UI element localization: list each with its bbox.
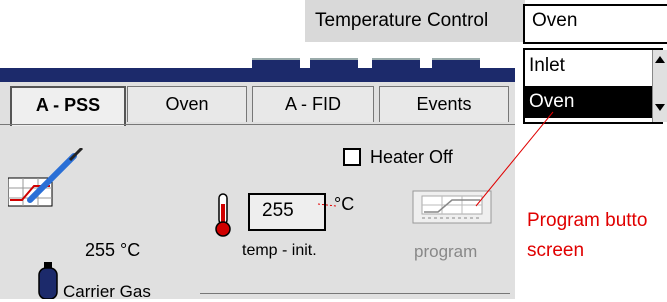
toolbar-button-3[interactable] (372, 58, 420, 74)
carrier-gas-divider (200, 293, 510, 294)
tab-events[interactable]: Events (379, 86, 509, 122)
dropdown-option-inlet[interactable]: Inlet (525, 50, 665, 82)
temperature-init-caption: temp - init. (242, 242, 317, 259)
temperature-control-dropdown[interactable]: Inlet Oven (523, 48, 665, 124)
program-button[interactable] (412, 190, 492, 224)
program-button-label: program (414, 242, 478, 261)
annotation-line-2: screen (527, 240, 585, 261)
tab-divider (0, 124, 515, 125)
tab-a-fid[interactable]: A - FID (252, 86, 374, 122)
tab-a-pss[interactable]: A - PSS (10, 86, 126, 126)
temperature-unit: °C (334, 194, 355, 214)
heater-off-label: Heater Off (370, 147, 453, 167)
scroll-down-icon[interactable] (655, 104, 665, 111)
annotation-line-1: Program butto (527, 210, 648, 231)
dropdown-option-oven[interactable]: Oven (525, 86, 665, 118)
tab-oven[interactable]: Oven (127, 86, 247, 122)
temperature-init-value[interactable]: 255 (262, 200, 294, 222)
temperature-control-selected[interactable]: Oven (532, 10, 577, 32)
temperature-ramp-icon (8, 148, 84, 207)
thermometer-icon (215, 193, 231, 237)
carrier-gas-label: Carrier Gas (63, 282, 151, 301)
toolbar-button-1[interactable] (252, 58, 300, 74)
toolbar-button-4[interactable] (432, 58, 480, 74)
program-button-annotation: Program butto screen (527, 206, 647, 266)
temperature-readout: 255 °C (85, 240, 141, 260)
toolbar-button-2[interactable] (310, 58, 358, 74)
temperature-control-label: Temperature Control (315, 10, 489, 31)
heater-off-checkbox[interactable] (343, 148, 361, 166)
gas-cylinder-icon (38, 262, 58, 299)
scroll-up-icon[interactable] (655, 56, 665, 63)
